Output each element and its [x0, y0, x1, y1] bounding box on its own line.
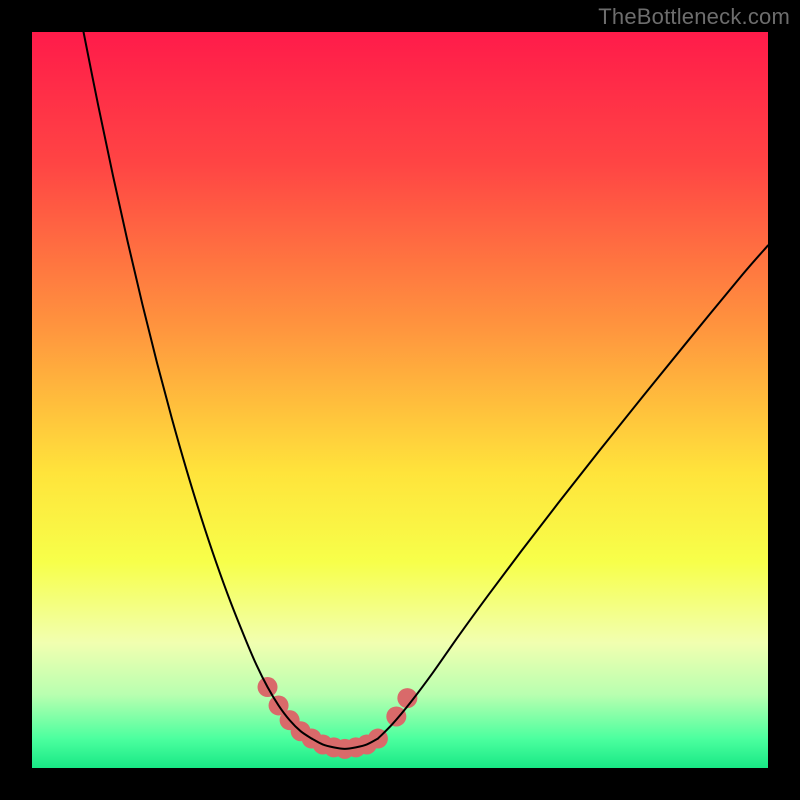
highlight-dot [386, 706, 406, 726]
chart-frame: TheBottleneck.com [0, 0, 800, 800]
plot-background [32, 32, 768, 768]
bottleneck-chart [0, 0, 800, 800]
